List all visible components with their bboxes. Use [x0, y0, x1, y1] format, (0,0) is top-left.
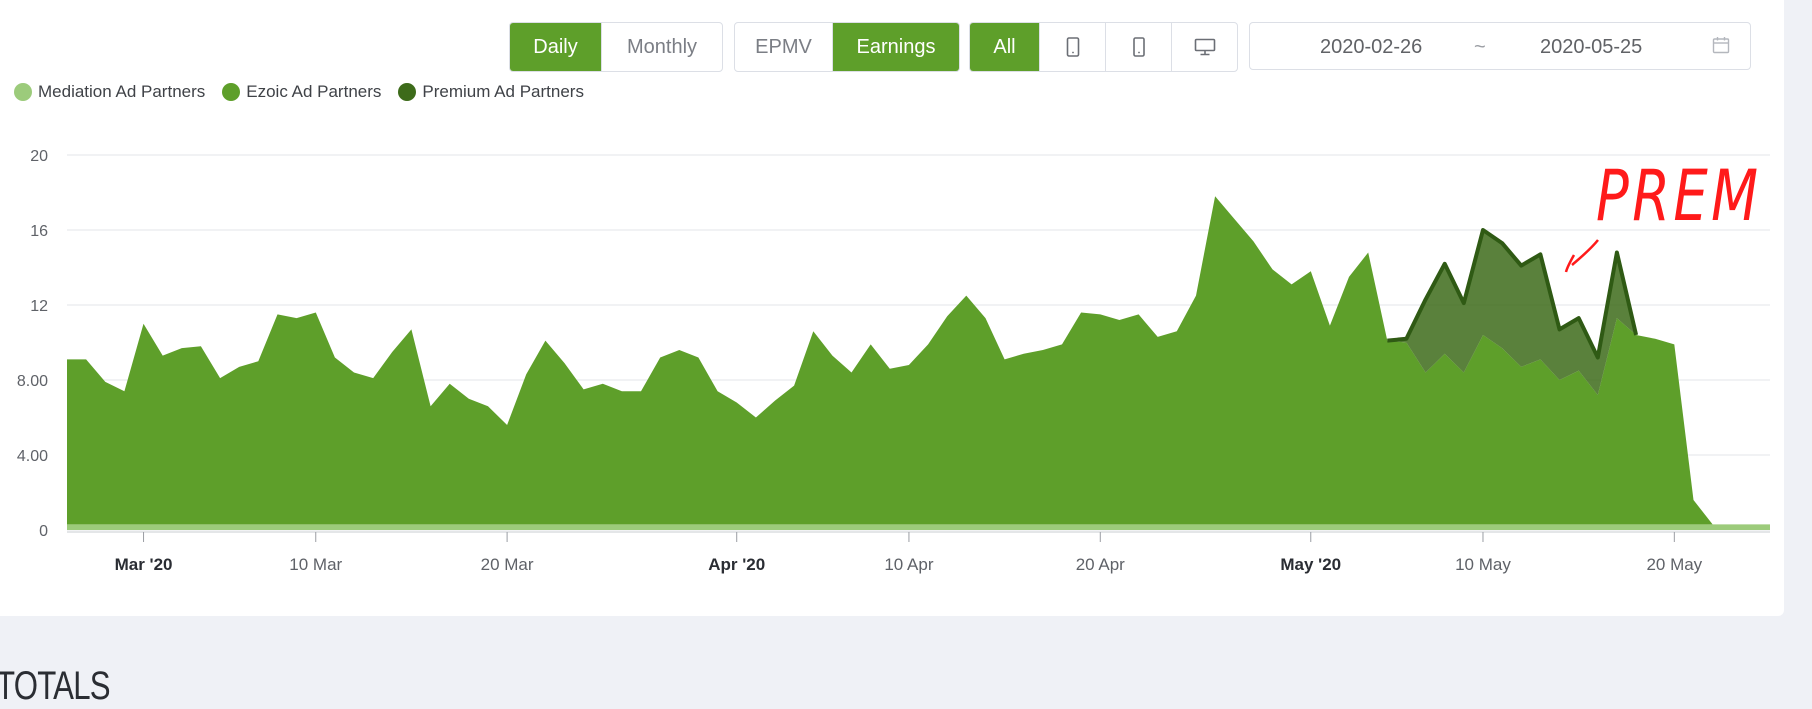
y-axis: 0 4.00 8.00 12 16 20: [17, 148, 48, 540]
x-tick-label: Mar '20: [115, 555, 173, 574]
y-tick-label: 20: [30, 148, 48, 165]
chart-card: Daily Monthly EPMV Earnings All 2020-02-…: [0, 0, 1784, 616]
y-tick-label: 16: [30, 223, 48, 240]
prem-annotation: PREM: [1564, 155, 1762, 273]
x-tick-label: May '20: [1280, 555, 1341, 574]
earnings-chart: 0 4.00 8.00 12 16 20 Mar '20 10 Mar 20 Mar Apr '…: [17, 148, 1770, 574]
chart-series: [67, 196, 1770, 530]
x-tick-label: 20 May: [1646, 555, 1702, 574]
y-tick-label: 4.00: [17, 448, 48, 465]
x-tick-label: 10 May: [1455, 555, 1511, 574]
x-tick-label: 20 Mar: [481, 555, 534, 574]
y-tick-label: 12: [30, 298, 48, 315]
annotation-stroke: [1564, 239, 1599, 273]
series-area-mediation: [67, 524, 1770, 530]
totals-heading: TOTALS: [0, 664, 111, 708]
y-tick-label: 0: [39, 523, 48, 540]
x-axis: Mar '20 10 Mar 20 Mar Apr '20 10 Apr 20 Apr Ma…: [67, 531, 1770, 574]
x-tick-label: Apr '20: [708, 555, 765, 574]
x-tick-label: 10 Apr: [884, 555, 933, 574]
y-tick-label: 8.00: [17, 373, 48, 390]
x-tick-label: 20 Apr: [1076, 555, 1125, 574]
x-tick-label: 10 Mar: [289, 555, 342, 574]
prem-annotation-text: PREM: [1596, 155, 1762, 237]
